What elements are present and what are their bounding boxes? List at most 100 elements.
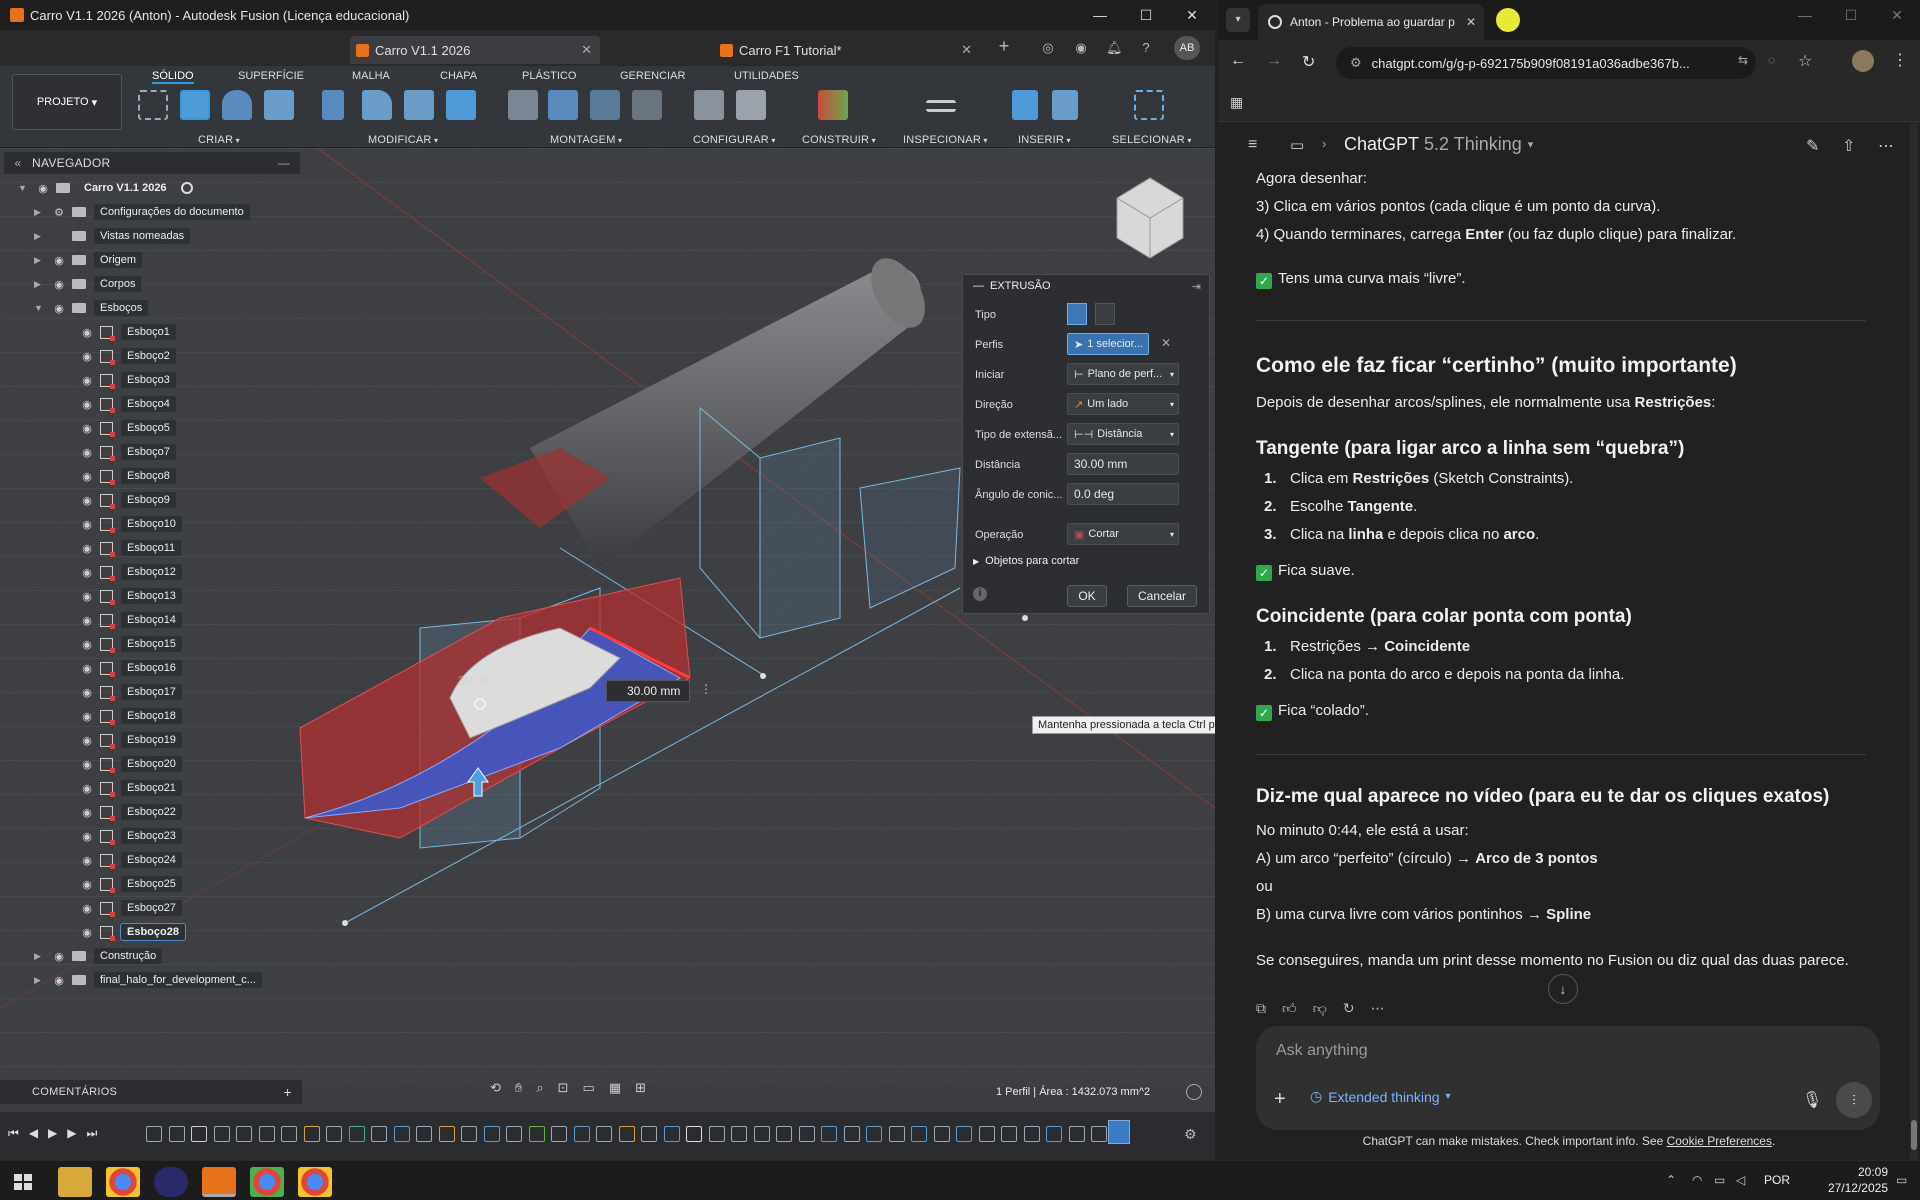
offset-plane-icon[interactable] [818,90,848,120]
nav-item-0[interactable]: ▶ ⚙ Configurações do documento [34,202,250,222]
nav-item-after-1[interactable]: ▶ ◉ final_halo_for_development_c... [34,970,262,990]
timeline-feature[interactable] [191,1126,207,1142]
close-tab-icon[interactable]: ✕ [953,42,980,58]
timeline-feature[interactable] [911,1126,927,1142]
new-chat-icon[interactable]: ✎ [1806,136,1819,156]
info-icon[interactable]: i [973,587,987,601]
more-options-icon[interactable]: ⋮ [700,682,712,696]
measure-icon[interactable] [926,100,956,112]
timeline-feature[interactable] [1091,1126,1107,1142]
timeline-feature[interactable] [596,1126,612,1142]
timeline-feature[interactable] [528,1126,545,1142]
voice-mode-button[interactable]: ⫶ [1836,1082,1872,1118]
add-attachment-icon[interactable]: + [1274,1088,1286,1111]
more-icon[interactable]: ⋯ [1878,136,1894,156]
fusion-taskbar-icon[interactable] [202,1167,236,1197]
nav-sketch[interactable]: ◉ Esboço12 [80,562,182,582]
nav-sketch[interactable]: ◉ Esboço7 [80,442,176,462]
translate-icon[interactable]: ⇆ [1738,53,1748,67]
prompt-input[interactable]: Ask anything [1276,1042,1368,1060]
grid-settings-icon[interactable]: ▦ [609,1080,621,1102]
tray-chevron-icon[interactable]: ⌃ [1666,1173,1676,1187]
close-button[interactable]: ✕ [1169,0,1215,30]
go-start-icon[interactable]: ⏮ [8,1126,19,1141]
project-dropdown[interactable]: PROJETO ▾ [12,74,122,130]
nav-sketch[interactable]: ◉ Esboço14 [80,610,182,630]
copy-icon[interactable]: ⧉ [1256,1000,1266,1017]
timeline-feature[interactable] [821,1126,837,1142]
comments-panel[interactable]: COMENTÁRIOS + [0,1080,302,1104]
chamfer-icon[interactable] [404,90,434,120]
clock-time[interactable]: 20:09 [1828,1165,1888,1179]
table-icon[interactable] [736,90,766,120]
nav-sketch[interactable]: ◉ Esboço21 [80,778,182,798]
thumbs-up-icon[interactable]: 👍︎ [1282,1000,1297,1017]
regenerate-icon[interactable]: ↻ [1343,1000,1355,1017]
timeline-feature[interactable] [956,1126,972,1142]
scroll-down-button[interactable]: ↓ [1548,974,1578,1004]
timeline-feature[interactable] [281,1126,297,1142]
timeline-feature[interactable] [641,1126,657,1142]
timeline-feature[interactable] [416,1126,432,1142]
create-sketch-icon[interactable] [138,90,168,120]
fillet-icon[interactable] [362,90,392,120]
nav-sketch[interactable]: ◉ Esboço19 [80,730,182,750]
start-button-icon[interactable] [6,1167,40,1197]
play-icon[interactable]: ▶ [48,1126,57,1141]
chrome-icon[interactable] [106,1167,140,1197]
sweep-icon[interactable] [264,90,294,120]
project-folder-icon[interactable]: ▭ [1290,136,1304,154]
press-pull-icon[interactable] [322,90,344,120]
profile-avatar[interactable] [1852,50,1874,72]
nav-sketch[interactable]: ◉ Esboço4 [80,394,176,414]
add-comment-icon[interactable]: + [284,1084,292,1100]
bookmark-star-icon[interactable]: ☆ [1798,51,1812,71]
user-avatar[interactable]: AB [1174,36,1200,60]
nav-sketch[interactable]: ◉ Esboço9 [80,490,176,510]
nav-sketch[interactable]: ◉ Esboço1 [80,322,176,342]
nav-sketch[interactable]: ◉ Esboço11 [80,538,182,558]
nav-root[interactable]: ▼ ◉ Carro V1.1 2026 [18,178,193,198]
nav-sketch[interactable]: ◉ Esboço5 [80,418,176,438]
timeline-feature[interactable] [573,1126,590,1142]
timeline-feature[interactable] [506,1126,522,1142]
timeline-feature[interactable] [146,1126,162,1142]
nav-sketch[interactable]: ◉ Esboço13 [80,586,182,606]
eye-off-icon[interactable]: ◌ [1768,53,1775,67]
timeline-feature[interactable] [438,1126,455,1142]
timeline-feature[interactable] [933,1126,950,1142]
nav-sketch[interactable]: ◉ Esboço20 [80,754,182,774]
as-built-joint-icon[interactable] [590,90,620,120]
language-indicator[interactable]: POR [1764,1173,1790,1187]
expand-icon[interactable]: ⇥ [1192,280,1201,293]
tipo-thin-icon[interactable] [1095,303,1115,325]
group-configurar[interactable]: CONFIGURAR [693,134,776,146]
display-settings-icon[interactable]: ▭ [583,1080,595,1102]
group-inspecionar[interactable]: INSPECIONAR [903,134,988,146]
battery-icon[interactable]: ▭ [1714,1173,1725,1187]
timeline-feature[interactable] [866,1126,882,1142]
parameters-icon[interactable] [694,90,724,120]
timeline-current-extrude[interactable] [1108,1120,1130,1144]
maximize-button[interactable]: ☐ [1828,0,1874,30]
timeline-feature[interactable] [978,1126,995,1142]
new-component-icon[interactable] [508,90,538,120]
ribbon-tab-gerenciar[interactable]: GERENCIAR [620,68,685,84]
direcao-select[interactable]: ↗ Um lado ▾ [1067,393,1179,415]
timeline-feature[interactable] [1001,1126,1017,1142]
more-actions-icon[interactable]: ⋯ [1371,1000,1385,1017]
tipo-ext-select[interactable]: ⊢⊣ Distância ▾ [1067,423,1179,445]
microphone-icon[interactable]: 🎙︎ [1802,1090,1822,1110]
joint-icon[interactable] [548,90,578,120]
insert-icon[interactable] [1012,90,1038,120]
cookie-preferences-link[interactable]: Cookie Preferences [1667,1134,1772,1148]
timeline-feature[interactable] [686,1126,702,1142]
timeline-feature[interactable] [618,1126,635,1142]
ribbon-tab-plastico[interactable]: PLÁSTICO [522,68,576,84]
step-forward-icon[interactable]: ▶ [67,1126,76,1141]
timeline-feature[interactable] [168,1126,185,1142]
tab-carro-v1[interactable]: Carro V1.1 2026 ✕ [350,36,600,64]
nav-sketch[interactable]: ◉ Esboço25 [80,874,182,894]
sidebar-toggle-icon[interactable]: ≡ [1248,136,1257,154]
timeline-feature[interactable] [461,1126,477,1142]
